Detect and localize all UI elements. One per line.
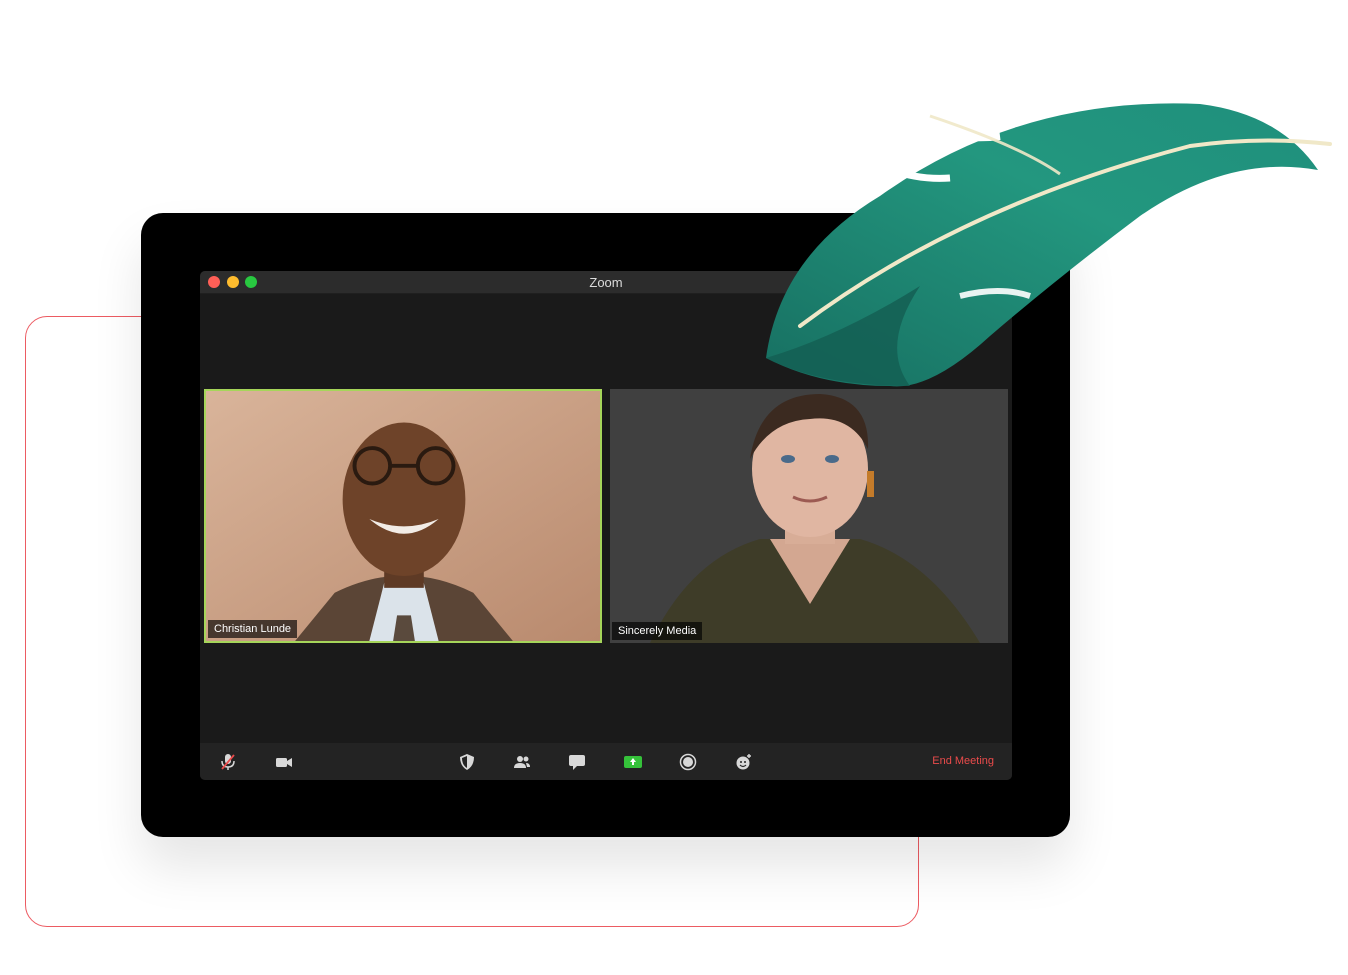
decorative-leaf-illustration — [766, 103, 1332, 387]
participants-icon[interactable] — [512, 752, 532, 772]
participant-video-image — [206, 391, 600, 641]
end-meeting-button[interactable]: End Meeting — [932, 755, 994, 767]
participant-video-image — [610, 389, 1008, 643]
chat-icon[interactable] — [567, 752, 587, 772]
video-tile[interactable]: Sincerely Media — [610, 389, 1008, 643]
share-screen-icon[interactable] — [623, 752, 643, 772]
participant-name-label: Sincerely Media — [612, 622, 703, 640]
microphone-muted-icon[interactable] — [218, 752, 238, 772]
video-camera-icon[interactable] — [274, 752, 294, 772]
meeting-toolbar: End Meeting — [200, 743, 1012, 780]
participant-name-label: Christian Lunde — [208, 620, 298, 638]
reactions-icon[interactable] — [734, 752, 754, 772]
record-icon[interactable] — [678, 752, 698, 772]
security-shield-icon[interactable] — [457, 752, 477, 772]
video-tile-active-speaker[interactable]: Christian Lunde — [204, 389, 602, 643]
